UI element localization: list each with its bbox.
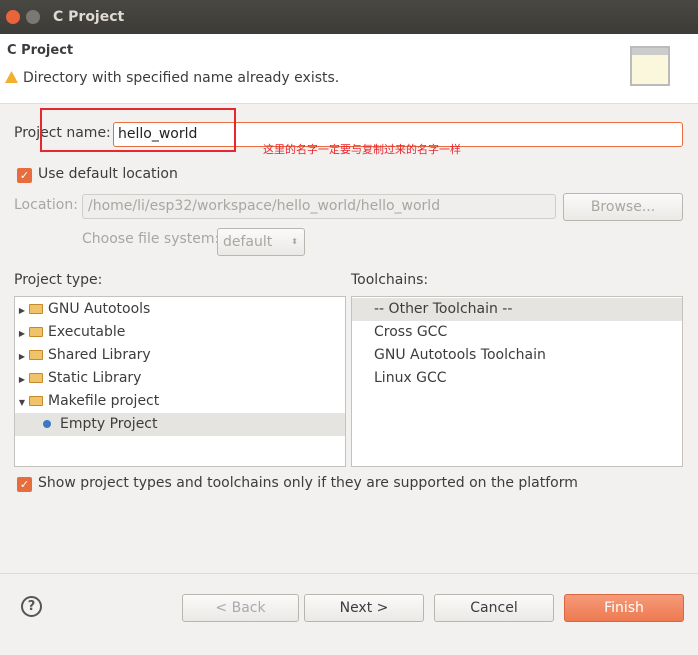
toolchain-item[interactable]: GNU Autotools Toolchain	[352, 344, 682, 367]
tree-item-shared-library[interactable]: ▶ Shared Library	[15, 344, 345, 367]
tree-item-empty-project[interactable]: Empty Project	[15, 413, 345, 436]
expand-icon[interactable]: ▶	[15, 322, 29, 345]
finish-button[interactable]: Finish	[564, 594, 684, 622]
show-supported-checkbox[interactable]: ✓	[17, 477, 32, 492]
expand-icon[interactable]: ▶	[15, 299, 29, 322]
wizard-title: C Project	[7, 43, 74, 58]
collapse-icon[interactable]: ▼	[15, 391, 29, 414]
use-default-location-label: Use default location	[38, 166, 178, 182]
spinner-icon: ⬍	[291, 237, 298, 246]
maximize-icon[interactable]	[26, 10, 40, 24]
file-system-label: Choose file system:	[82, 231, 220, 247]
warning-icon	[5, 71, 18, 83]
file-system-select: default ⬍	[217, 228, 305, 256]
folder-icon	[29, 396, 43, 406]
location-label: Location:	[14, 197, 78, 213]
folder-icon	[29, 350, 43, 360]
tree-item-makefile-project[interactable]: ▼ Makefile project	[15, 390, 345, 413]
location-input: /home/li/esp32/workspace/hello_world/hel…	[82, 194, 556, 219]
file-system-value: default	[223, 234, 273, 250]
window-title: C Project	[53, 9, 125, 25]
use-default-location-checkbox[interactable]: ✓	[17, 168, 32, 183]
project-bullet-icon	[43, 420, 51, 428]
expand-icon[interactable]: ▶	[15, 368, 29, 391]
wizard-message: Directory with specified name already ex…	[23, 70, 340, 86]
folder-icon	[29, 373, 43, 383]
tree-item-static-library[interactable]: ▶ Static Library	[15, 367, 345, 390]
show-supported-label: Show project types and toolchains only i…	[38, 475, 578, 491]
button-bar-divider	[0, 573, 698, 574]
toolchains-label: Toolchains:	[351, 272, 429, 288]
tree-item-label: Shared Library	[48, 347, 151, 363]
toolchain-item[interactable]: Cross GCC	[352, 321, 682, 344]
toolchains-list[interactable]: -- Other Toolchain -- Cross GCC GNU Auto…	[351, 296, 683, 467]
folder-icon	[29, 327, 43, 337]
back-button: < Back	[182, 594, 299, 622]
wizard-header: C Project Directory with specified name …	[0, 34, 698, 104]
tree-item-gnu-autotools[interactable]: ▶ GNU Autotools	[15, 298, 345, 321]
toolchain-item[interactable]: -- Other Toolchain --	[352, 298, 682, 321]
tree-item-label: GNU Autotools	[48, 301, 151, 317]
project-type-label: Project type:	[14, 272, 103, 288]
annotation-text: 这里的名字一定要与复制过来的名字一样	[263, 143, 461, 156]
folder-icon	[29, 304, 43, 314]
toolchain-item[interactable]: Linux GCC	[352, 367, 682, 390]
cancel-button[interactable]: Cancel	[434, 594, 554, 622]
next-button[interactable]: Next >	[304, 594, 424, 622]
tree-item-label: Makefile project	[48, 393, 160, 409]
title-bar: C Project	[0, 0, 698, 34]
help-icon[interactable]: ?	[21, 596, 42, 617]
tree-item-label: Empty Project	[60, 416, 158, 432]
wizard-banner-icon	[630, 46, 670, 86]
tree-item-label: Executable	[48, 324, 126, 340]
expand-icon[interactable]: ▶	[15, 345, 29, 368]
tree-item-executable[interactable]: ▶ Executable	[15, 321, 345, 344]
project-type-tree[interactable]: ▶ GNU Autotools ▶ Executable ▶ Shared Libra…	[14, 296, 346, 467]
annotation-box	[40, 108, 236, 152]
close-icon[interactable]	[6, 10, 20, 24]
tree-item-label: Static Library	[48, 370, 142, 386]
browse-button: Browse...	[563, 193, 683, 221]
